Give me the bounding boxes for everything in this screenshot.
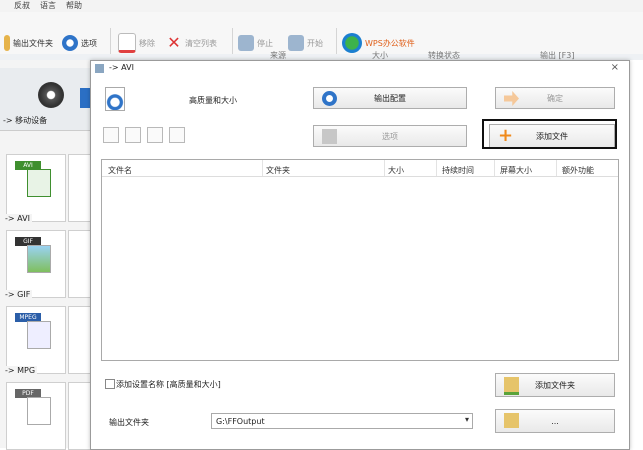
highlight-box bbox=[482, 119, 617, 149]
dialog-titlebar: -> AVI × bbox=[91, 61, 629, 76]
wps-logo-icon bbox=[342, 33, 362, 53]
column-header[interactable]: 大小 bbox=[388, 165, 404, 176]
info-icon[interactable] bbox=[169, 127, 185, 143]
ok-button[interactable]: 确定 bbox=[495, 87, 615, 109]
stop-button[interactable]: 停止 bbox=[238, 34, 273, 52]
app-icon bbox=[95, 64, 104, 73]
options-icon bbox=[62, 35, 78, 51]
output-config-button[interactable]: 输出配置 bbox=[313, 87, 467, 109]
add-folder-button[interactable]: 添加文件夹 bbox=[495, 373, 615, 397]
delete-icon[interactable] bbox=[125, 127, 141, 143]
file-list[interactable]: 文件名 文件夹 大小 持续时间 屏幕大小 额外功能 bbox=[101, 159, 619, 361]
remove-file-icon[interactable] bbox=[103, 127, 119, 143]
format-tile-mpg[interactable]: MPEG -> MPG bbox=[3, 306, 66, 375]
output-folder-value: G:\FFOutput bbox=[216, 417, 265, 426]
browse-button[interactable]: ... bbox=[495, 409, 615, 433]
column-header[interactable]: 持续时间 bbox=[442, 165, 474, 176]
output-folder-label: 输出文件夹 bbox=[109, 418, 149, 427]
folder-icon bbox=[4, 35, 10, 51]
menu-bar: 反叔 语言 帮助 bbox=[0, 0, 643, 12]
dialog-title: -> AVI bbox=[109, 63, 134, 72]
column-header[interactable]: 额外功能 bbox=[562, 165, 594, 176]
film-reel-icon bbox=[38, 82, 64, 108]
menu-item[interactable]: 帮助 bbox=[66, 0, 82, 11]
settings-small-icon[interactable] bbox=[147, 127, 163, 143]
chevron-down-icon: ▾ bbox=[464, 415, 469, 424]
start-icon bbox=[288, 35, 304, 51]
file-list-columns: 文件名 文件夹 大小 持续时间 屏幕大小 额外功能 bbox=[102, 160, 618, 177]
close-icon: ✕ bbox=[167, 33, 181, 52]
clear-list-button[interactable]: ✕ 清空列表 bbox=[166, 34, 217, 52]
output-folder-button[interactable]: 输出文件夹 bbox=[4, 34, 53, 52]
format-tile-pdf[interactable]: PDF bbox=[6, 382, 66, 450]
image-file-icon bbox=[27, 245, 51, 273]
format-sidebar: -> 移动设备 AVI -> AVI GIF -> GIF MPEG -> MP… bbox=[0, 60, 94, 450]
close-icon[interactable]: × bbox=[611, 62, 619, 73]
video-file-icon bbox=[27, 321, 51, 349]
format-tile-avi[interactable]: AVI -> AVI bbox=[3, 154, 66, 223]
column-header[interactable]: 文件夹 bbox=[266, 165, 290, 176]
folder-icon bbox=[504, 413, 519, 428]
mobile-devices-category[interactable]: -> 移动设备 bbox=[0, 68, 92, 131]
remove-button[interactable]: 移除 bbox=[118, 33, 155, 53]
add-setting-label: 添加设置名称 [高质量和大小] bbox=[116, 380, 221, 389]
options-button[interactable]: 选项 bbox=[62, 34, 97, 52]
avi-file-icon bbox=[27, 169, 51, 197]
profile-icon bbox=[105, 87, 125, 111]
quality-label: 高质量和大小 bbox=[189, 96, 237, 105]
menu-item[interactable]: 反叔 bbox=[14, 0, 30, 11]
document-file-icon bbox=[27, 397, 51, 425]
column-header[interactable]: 屏幕大小 bbox=[500, 165, 532, 176]
column-header[interactable]: 文件名 bbox=[108, 165, 132, 176]
options-icon bbox=[322, 129, 337, 144]
add-folder-icon bbox=[504, 377, 519, 395]
stop-icon bbox=[238, 35, 254, 51]
output-folder-select[interactable]: G:\FFOutput ▾ bbox=[211, 413, 473, 429]
start-button[interactable]: 开始 bbox=[288, 34, 323, 52]
remove-icon bbox=[118, 33, 136, 53]
convert-dialog: -> AVI × 高质量和大小 输出配置 确定 选项 + 添加文件 文件名 文件… bbox=[90, 60, 630, 450]
options-button[interactable]: 选项 bbox=[313, 125, 467, 147]
arrow-right-icon bbox=[504, 91, 519, 106]
format-tile-gif[interactable]: GIF -> GIF bbox=[3, 230, 66, 299]
main-toolbar: 输出文件夹 选项 移除 ✕ 清空列表 停止 开始 WPS办公软件 bbox=[0, 12, 643, 55]
settings-icon bbox=[322, 91, 337, 106]
add-setting-checkbox[interactable] bbox=[105, 379, 115, 389]
menu-item[interactable]: 语言 bbox=[40, 0, 56, 11]
